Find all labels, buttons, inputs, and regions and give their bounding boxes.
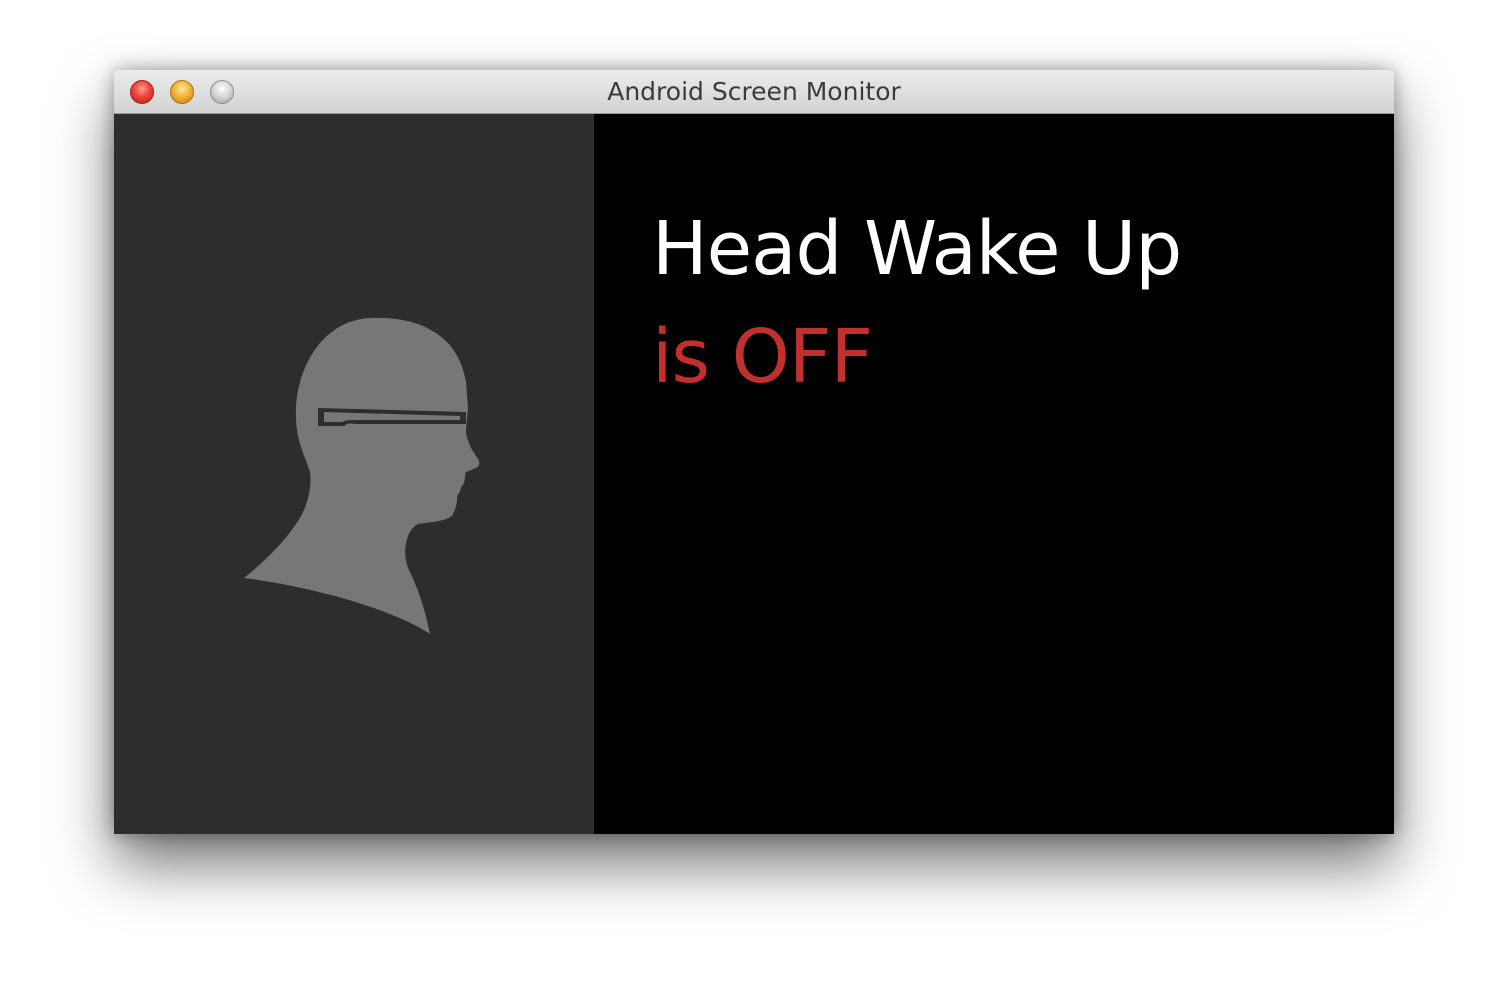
screen-mirror[interactable]: Head Wake Up is OFF (114, 114, 1394, 834)
glass-card: Head Wake Up is OFF (594, 114, 1394, 834)
window-title: Android Screen Monitor (607, 77, 901, 106)
setting-status: is OFF (652, 314, 873, 400)
setting-title: Head Wake Up (652, 206, 1182, 292)
illustration-panel (114, 114, 594, 834)
title-bar[interactable]: Android Screen Monitor (114, 70, 1394, 114)
head-with-glass-icon (244, 317, 480, 634)
app-window: Android Screen Monitor Head Wake Up is O… (114, 70, 1394, 834)
